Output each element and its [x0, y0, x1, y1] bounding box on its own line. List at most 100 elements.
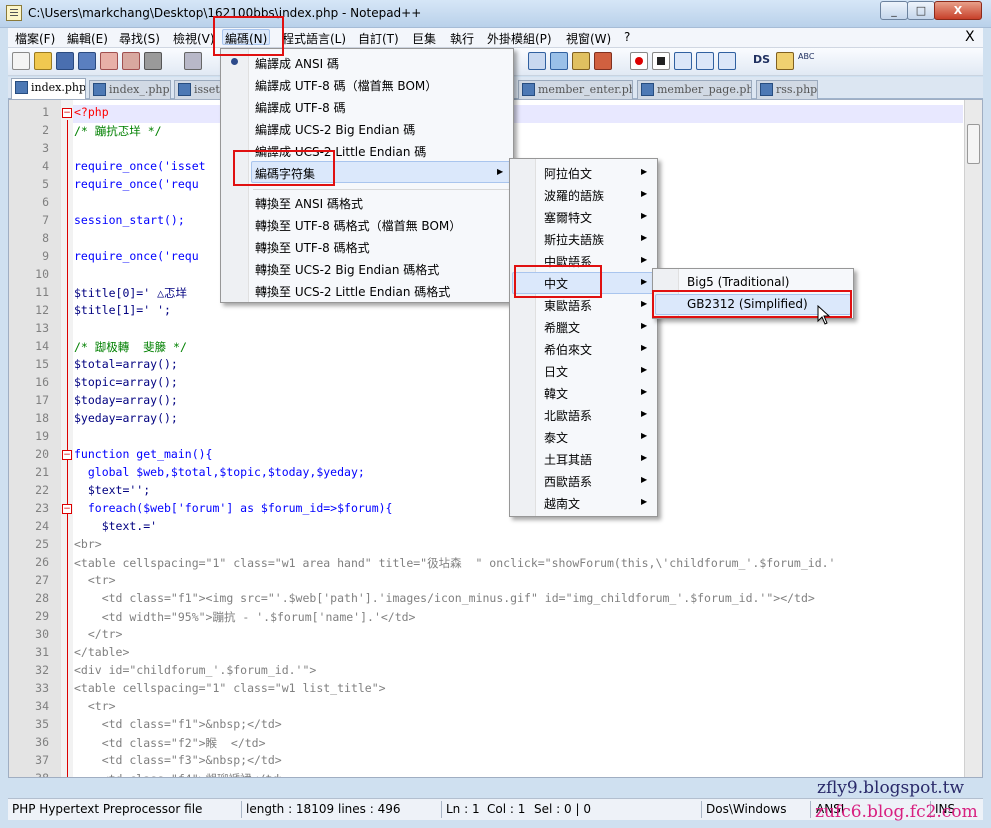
abc-icon[interactable]: ABC	[798, 52, 814, 61]
line-number: 37	[35, 753, 49, 767]
charset-item[interactable]: 斯拉夫語族	[544, 231, 604, 248]
play-macro-icon[interactable]	[674, 52, 692, 70]
save-all-icon[interactable]	[78, 52, 96, 70]
vertical-scrollbar[interactable]	[964, 100, 982, 777]
stop-macro-icon[interactable]	[652, 52, 670, 70]
menu-macro[interactable]: 巨集	[410, 30, 438, 46]
encode-utf8-item[interactable]: 編譯成 UTF-8 碼	[255, 99, 346, 116]
code-line: <tr>	[74, 573, 116, 587]
convert-ansi-item[interactable]: 轉換至 ANSI 碼格式	[255, 195, 363, 212]
menu-edit[interactable]: 編輯(E)	[65, 30, 110, 46]
convert-utf8-item[interactable]: 轉換至 UTF-8 碼格式	[255, 239, 370, 256]
close-window-button[interactable]: X	[934, 1, 982, 20]
tab-member-enter-php[interactable]: member_enter.php	[518, 80, 633, 99]
charset-item[interactable]: 東歐語系	[544, 297, 592, 314]
lang-icon[interactable]	[594, 52, 612, 70]
menu-settings[interactable]: 自訂(T)	[356, 30, 401, 46]
menu-help[interactable]: ?	[622, 30, 632, 46]
print-icon[interactable]	[144, 52, 162, 70]
charset-item[interactable]: 阿拉伯文	[544, 165, 592, 182]
line-number: 18	[35, 411, 49, 425]
show-all-chars-icon[interactable]	[550, 52, 568, 70]
line-number: 21	[35, 465, 49, 479]
submenu-arrow-icon: ▶	[497, 167, 504, 176]
big5-item[interactable]: Big5 (Traditional)	[687, 275, 789, 289]
status-divider	[701, 801, 702, 818]
convert-ucs2-be-item[interactable]: 轉換至 UCS-2 Big Endian 碼格式	[255, 261, 439, 278]
fold-collapse-icon[interactable]: −	[62, 108, 72, 118]
fold-collapse-icon[interactable]: −	[62, 450, 72, 460]
charset-item[interactable]: 塞爾特文	[544, 209, 592, 226]
indent-guide-icon[interactable]	[572, 52, 590, 70]
code-line: <td class="f1"><img src="'.$web['path'].…	[74, 591, 815, 605]
fold-guide-line	[67, 120, 68, 777]
charset-item[interactable]: 希臘文	[544, 319, 580, 336]
submenu-arrow-icon: ▶	[641, 255, 648, 264]
menu-view[interactable]: 檢視(V)	[171, 30, 217, 46]
charset-item[interactable]: 土耳其語	[544, 451, 592, 468]
status-lines: lines : 496	[338, 802, 401, 816]
charset-item[interactable]: 日文	[544, 363, 568, 380]
menu-search[interactable]: 尋找(S)	[117, 30, 162, 46]
spell-options-icon[interactable]	[776, 52, 794, 70]
line-number: 22	[35, 483, 49, 497]
save-macro-icon[interactable]	[718, 52, 736, 70]
close-file-icon[interactable]	[100, 52, 118, 70]
close-all-icon[interactable]	[122, 52, 140, 70]
encode-utf8-nobom-item[interactable]: 編譯成 UTF-8 碼（檔首無 BOM）	[255, 77, 437, 94]
status-eol: Dos\Windows	[706, 802, 787, 816]
tab-index-php[interactable]: index.php	[11, 78, 86, 99]
submenu-arrow-icon: ▶	[641, 189, 648, 198]
submenu-arrow-icon: ▶	[641, 475, 648, 484]
charset-item[interactable]: 西歐語系	[544, 473, 592, 490]
menu-file[interactable]: 檔案(F)	[13, 30, 57, 46]
charset-item[interactable]: 韓文	[544, 385, 568, 402]
tab-member-page-php[interactable]: member_page.php	[637, 80, 752, 99]
line-number: 32	[35, 663, 49, 677]
menu-run[interactable]: 執行	[448, 30, 476, 46]
code-line: $today=array();	[74, 393, 178, 407]
charset-item[interactable]: 希伯來文	[544, 341, 592, 358]
tab-index-underscore-php[interactable]: index_.php	[89, 80, 171, 99]
menu-separator	[253, 189, 511, 190]
charset-submenu: 阿拉伯文 ▶ 波羅的語族 ▶ 塞爾特文 ▶ 斯拉夫語族 ▶ 中歐語系 ▶ 中文 ▶ 東歐語系 ▶ 希臘文 ▶ 希…	[509, 158, 658, 517]
maximize-button[interactable]: □	[907, 1, 935, 20]
code-line: </table>	[74, 645, 130, 659]
spell-check-icon[interactable]: DS	[753, 53, 770, 66]
notepad-app-icon[interactable]	[6, 5, 22, 21]
record-macro-icon[interactable]	[630, 52, 648, 70]
code-line: <br>	[74, 537, 102, 551]
status-sel: Sel : 0 | 0	[534, 802, 591, 816]
convert-utf8-nobom-item[interactable]: 轉換至 UTF-8 碼格式（檔首無 BOM）	[255, 217, 461, 234]
menu-language[interactable]: 程式語言(L)	[280, 30, 348, 46]
code-line: $topic=array();	[74, 375, 178, 389]
new-file-icon[interactable]	[12, 52, 30, 70]
save-icon[interactable]	[56, 52, 74, 70]
tab-rss-php[interactable]: rss.php	[756, 80, 818, 99]
open-file-icon[interactable]	[34, 52, 52, 70]
encode-ansi-item[interactable]: 編譯成 ANSI 碼	[255, 55, 339, 72]
fold-collapse-icon[interactable]: −	[62, 504, 72, 514]
charset-item[interactable]: 北歐語系	[544, 407, 592, 424]
minimize-button[interactable]: _	[880, 1, 908, 20]
charset-item[interactable]: 越南文	[544, 495, 580, 512]
status-col: Col : 1	[487, 802, 526, 816]
scrollbar-thumb[interactable]	[967, 124, 980, 164]
title-bar: C:\Users\markchang\Desktop\162100bbs\ind…	[0, 0, 991, 28]
cut-icon[interactable]	[184, 52, 202, 70]
line-number: 4	[42, 159, 49, 173]
submenu-arrow-icon: ▶	[641, 453, 648, 462]
convert-ucs2-le-item[interactable]: 轉換至 UCS-2 Little Endian 碼格式	[255, 283, 450, 300]
code-line: <div id="childforum_'.$forum_id.'">	[74, 663, 317, 677]
charset-item[interactable]: 泰文	[544, 429, 568, 446]
charset-item[interactable]: 波羅的語族	[544, 187, 604, 204]
code-line: <td width="95%">蹦抗 - '.$forum['name'].'<…	[74, 610, 416, 624]
play-multiple-macro-icon[interactable]	[696, 52, 714, 70]
close-document-icon[interactable]: X	[965, 29, 975, 45]
mouse-pointer-icon	[817, 305, 831, 325]
word-wrap-icon[interactable]	[528, 52, 546, 70]
code-line: <td class="f1">&nbsp;</td>	[74, 717, 282, 731]
menu-plugins[interactable]: 外掛模組(P)	[485, 30, 554, 46]
menu-window[interactable]: 視窗(W)	[564, 30, 613, 46]
encode-ucs2-be-item[interactable]: 編譯成 UCS-2 Big Endian 碼	[255, 121, 415, 138]
